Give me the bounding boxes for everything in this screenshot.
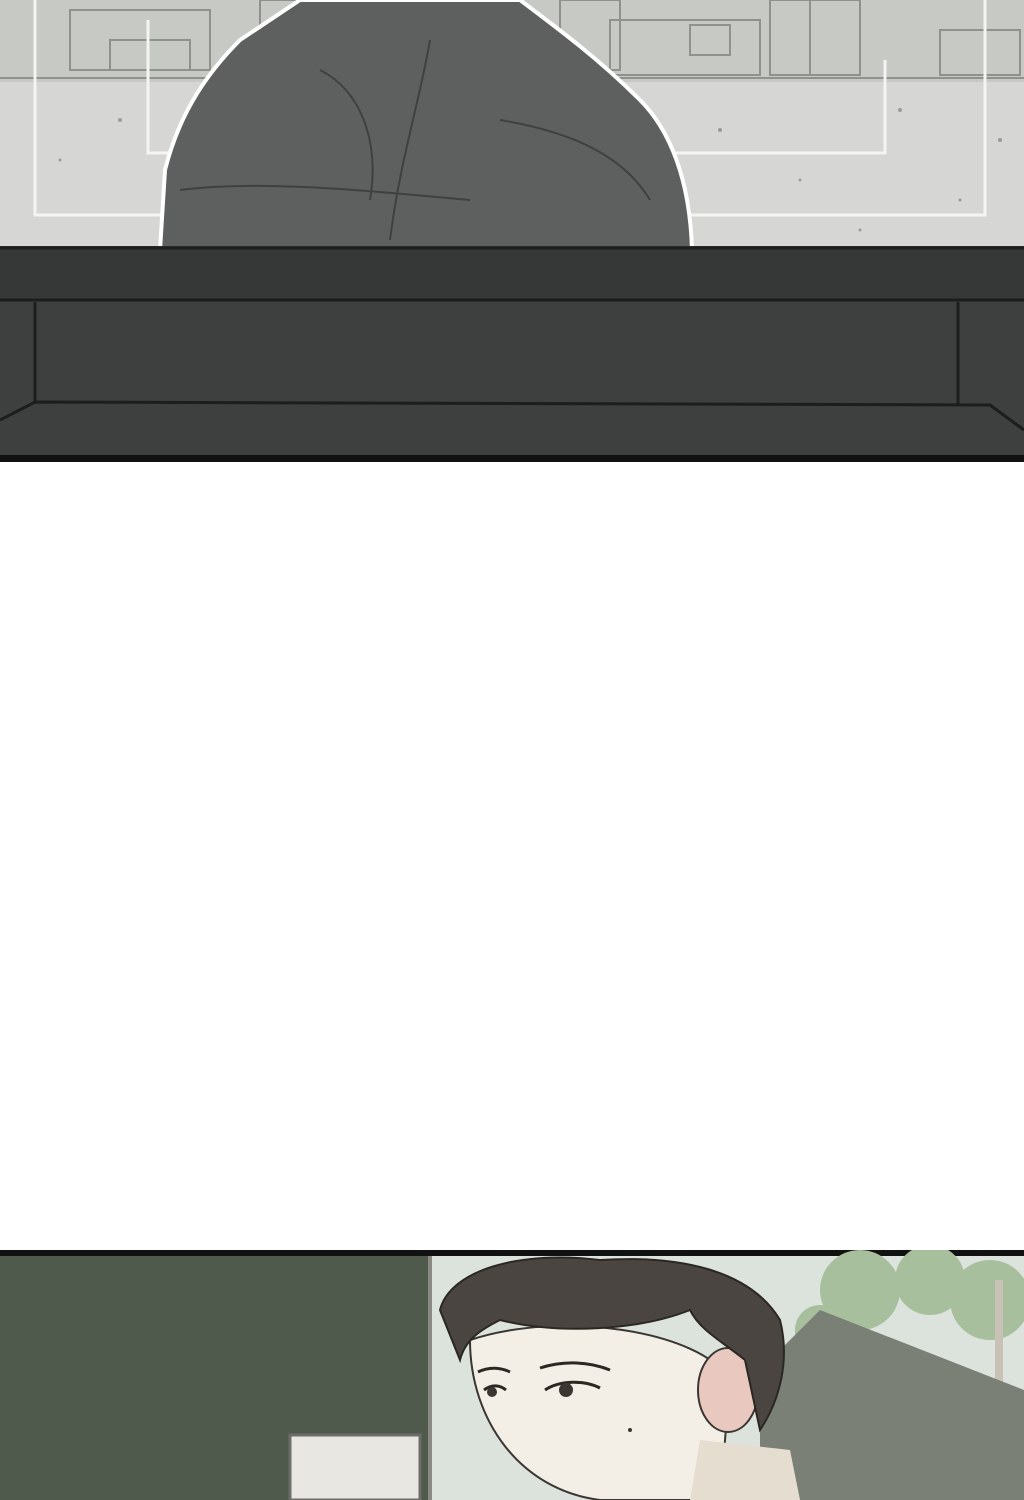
cup <box>288 1433 422 1500</box>
comic-panel-young-man <box>0 1250 1024 1500</box>
office-scene-illustration <box>0 0 1024 462</box>
mole <box>628 1428 632 1432</box>
desk-top <box>0 246 1024 302</box>
panel-gutter-blank <box>0 462 1024 1250</box>
young-man-illustration <box>0 1250 1024 1500</box>
desk-front <box>0 300 1024 462</box>
panel-bottom-border <box>0 455 1024 462</box>
window-frame <box>428 1256 432 1500</box>
comic-panel-office-back-view <box>0 0 1024 462</box>
